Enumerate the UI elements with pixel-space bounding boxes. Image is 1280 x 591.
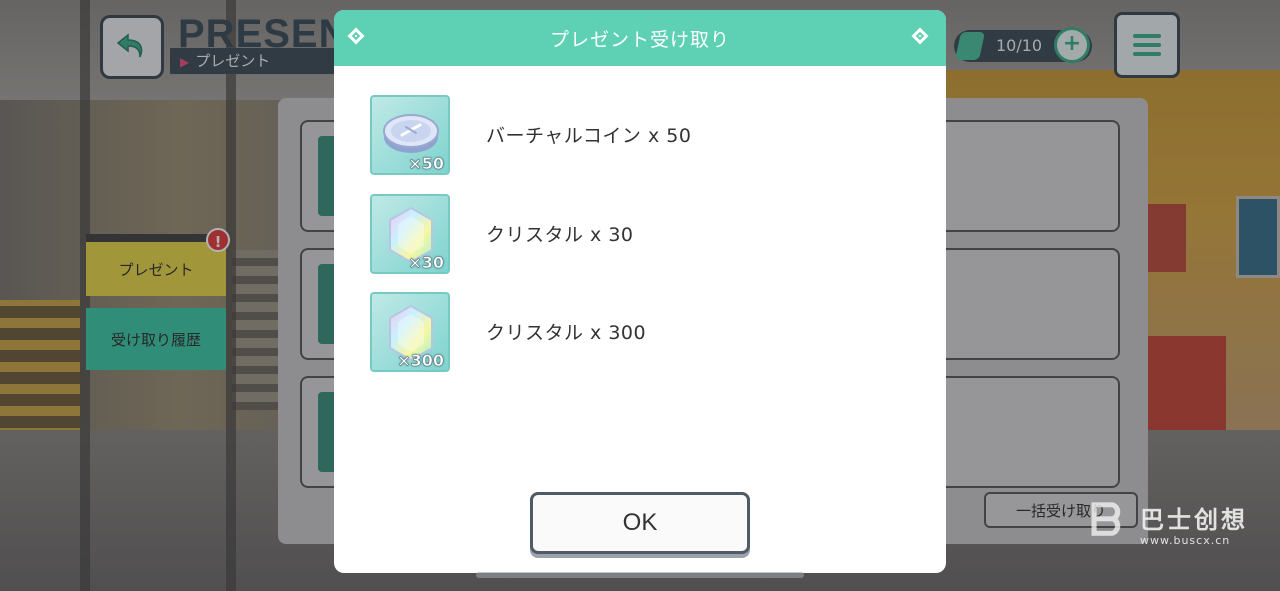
reward-qty: ×30: [408, 253, 444, 272]
watermark-url: www.buscx.cn: [1140, 534, 1231, 547]
reward-label: クリスタル x 300: [486, 322, 647, 344]
reward-qty: ×50: [408, 154, 444, 173]
reward-label: クリスタル x 30: [486, 224, 634, 246]
reward-item: ×50 バーチャルコイン x 50: [370, 95, 910, 177]
watermark: ᗷ 巴士创想 www.buscx.cn: [1090, 496, 1276, 552]
reward-thumbnail: ×50: [370, 95, 450, 175]
ok-button[interactable]: OK: [530, 492, 750, 554]
ok-button-label: OK: [622, 509, 658, 536]
reward-qty: ×300: [397, 351, 444, 370]
home-indicator[interactable]: [476, 572, 804, 578]
watermark-logo-icon: ᗷ: [1090, 496, 1122, 545]
dialog-header: プレゼント受け取り: [334, 10, 946, 66]
receive-dialog: プレゼント受け取り ×50 バーチャルコイン x 50 ×30 クリスタル x …: [334, 10, 946, 573]
reward-thumbnail: ×300: [370, 292, 450, 372]
reward-item: ×300 クリスタル x 300: [370, 292, 910, 374]
reward-label: バーチャルコイン x 50: [486, 125, 692, 147]
dialog-title: プレゼント受け取り: [549, 28, 730, 51]
reward-thumbnail: ×30: [370, 194, 450, 274]
watermark-text: 巴士创想: [1140, 506, 1248, 534]
reward-item: ×30 クリスタル x 30: [370, 194, 910, 276]
virtual-coin-icon: [383, 114, 439, 153]
